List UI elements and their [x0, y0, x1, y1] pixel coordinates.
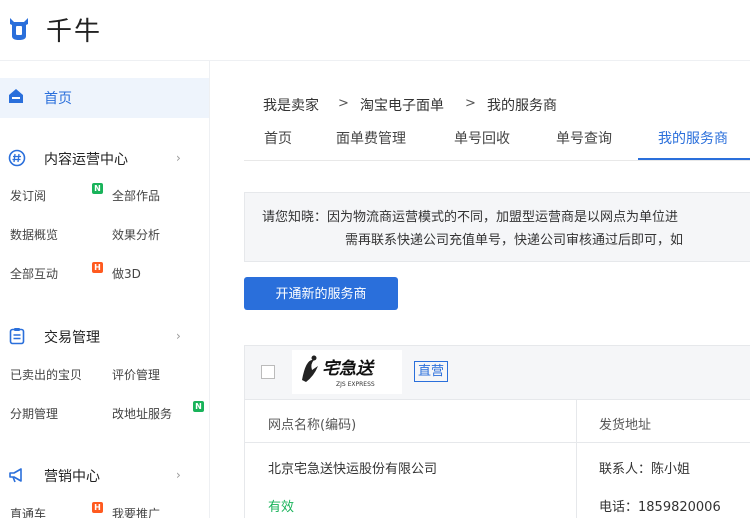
- contact-phone: 电话：1859820006: [599, 500, 721, 515]
- column-divider: [576, 400, 577, 518]
- chevron-right-icon[interactable]: ›: [176, 151, 181, 165]
- chevron-right-icon[interactable]: ›: [176, 329, 181, 343]
- active-tab-indicator: [638, 158, 750, 160]
- courier-logo-en: ZJS EXPRESS: [336, 381, 375, 388]
- notice-box: [244, 192, 750, 262]
- column-header-ship-address: 发货地址: [599, 418, 652, 433]
- tab-number-recycle[interactable]: 单号回收: [454, 128, 510, 148]
- breadcrumb-seller[interactable]: 我是卖家: [263, 95, 319, 115]
- home-icon: [9, 89, 23, 103]
- sidebar-item-effect-analysis[interactable]: 效果分析: [112, 226, 160, 243]
- sidebar-home-label: 首页: [44, 91, 72, 107]
- sidebar-item-data-overview[interactable]: 数据概览: [10, 226, 58, 243]
- tab-home[interactable]: 首页: [264, 128, 292, 148]
- sidebar-section-trade[interactable]: 交易管理: [44, 327, 100, 347]
- table-header-bottom-line: [245, 442, 750, 443]
- notice-line-1: 请您知晓：因为物流商运营模式的不同，加盟型运营商是以网点为单位进: [262, 210, 679, 225]
- sidebar-item-all-interactions[interactable]: 全部互动: [10, 265, 58, 282]
- tab-waybill-fee[interactable]: 面单费管理: [336, 128, 406, 148]
- new-badge: N: [193, 401, 204, 412]
- sidebar-item-through-train[interactable]: 直通车: [10, 505, 46, 518]
- tab-number-query[interactable]: 单号查询: [556, 128, 612, 148]
- app-name: 千牛: [46, 17, 103, 47]
- breadcrumb-separator: >: [465, 96, 476, 111]
- branch-name: 北京宅急送快运股份有限公司: [268, 462, 438, 477]
- tabs-divider: [244, 160, 750, 161]
- trade-clipboard-icon: [9, 328, 25, 345]
- sidebar-section-content[interactable]: 内容运营中心: [44, 149, 128, 169]
- provider-checkbox[interactable]: [261, 365, 275, 379]
- sidebar-item-do-3d[interactable]: 做3D: [112, 265, 141, 282]
- open-new-provider-button[interactable]: 开通新的服务商: [244, 277, 398, 310]
- contact-person: 联系人：陈小姐: [599, 462, 691, 477]
- direct-operation-tag: 直营: [414, 361, 449, 382]
- content-hash-icon: [8, 149, 26, 167]
- sidebar: [0, 61, 210, 518]
- sidebar-section-marketing[interactable]: 营销中心: [44, 466, 100, 486]
- sidebar-item-all-works[interactable]: 全部作品: [112, 187, 160, 204]
- courier-logo-icon: 宅急送 ZJS EXPRESS: [302, 355, 375, 388]
- courier-logo-cn: 宅急送: [322, 359, 375, 379]
- sidebar-item-promote[interactable]: 我要推广: [112, 505, 160, 518]
- sidebar-item-subscribe[interactable]: 发订阅: [10, 187, 46, 204]
- hot-badge: H: [92, 502, 103, 513]
- hot-badge: H: [92, 262, 103, 273]
- breadcrumb-e-waybill[interactable]: 淘宝电子面单: [360, 95, 444, 115]
- breadcrumb-current: 我的服务商: [487, 98, 557, 114]
- column-header-branch-name: 网点名称(编码): [268, 418, 357, 433]
- tab-my-providers[interactable]: 我的服务商: [658, 128, 728, 148]
- sidebar-item-change-address[interactable]: 改地址服务: [112, 405, 172, 422]
- chevron-right-icon[interactable]: ›: [176, 468, 181, 482]
- table-header-top-line: [245, 399, 750, 400]
- status-badge: 有效: [268, 500, 295, 515]
- notice-line-2: 需再联系快递公司充值单号，快递公司审核通过后即可，如: [345, 233, 684, 248]
- sidebar-item-sold-items[interactable]: 已卖出的宝贝: [10, 366, 82, 383]
- sidebar-item-home[interactable]: [0, 78, 209, 118]
- breadcrumb-separator: >: [338, 96, 349, 111]
- sidebar-item-reviews[interactable]: 评价管理: [112, 366, 160, 383]
- sidebar-item-installments[interactable]: 分期管理: [10, 405, 58, 422]
- marketing-megaphone-icon: [9, 468, 22, 483]
- new-badge: N: [92, 183, 103, 194]
- zjs-express-logo: 宅急送 ZJS EXPRESS: [292, 350, 402, 394]
- qianniu-logo-icon: [10, 18, 28, 40]
